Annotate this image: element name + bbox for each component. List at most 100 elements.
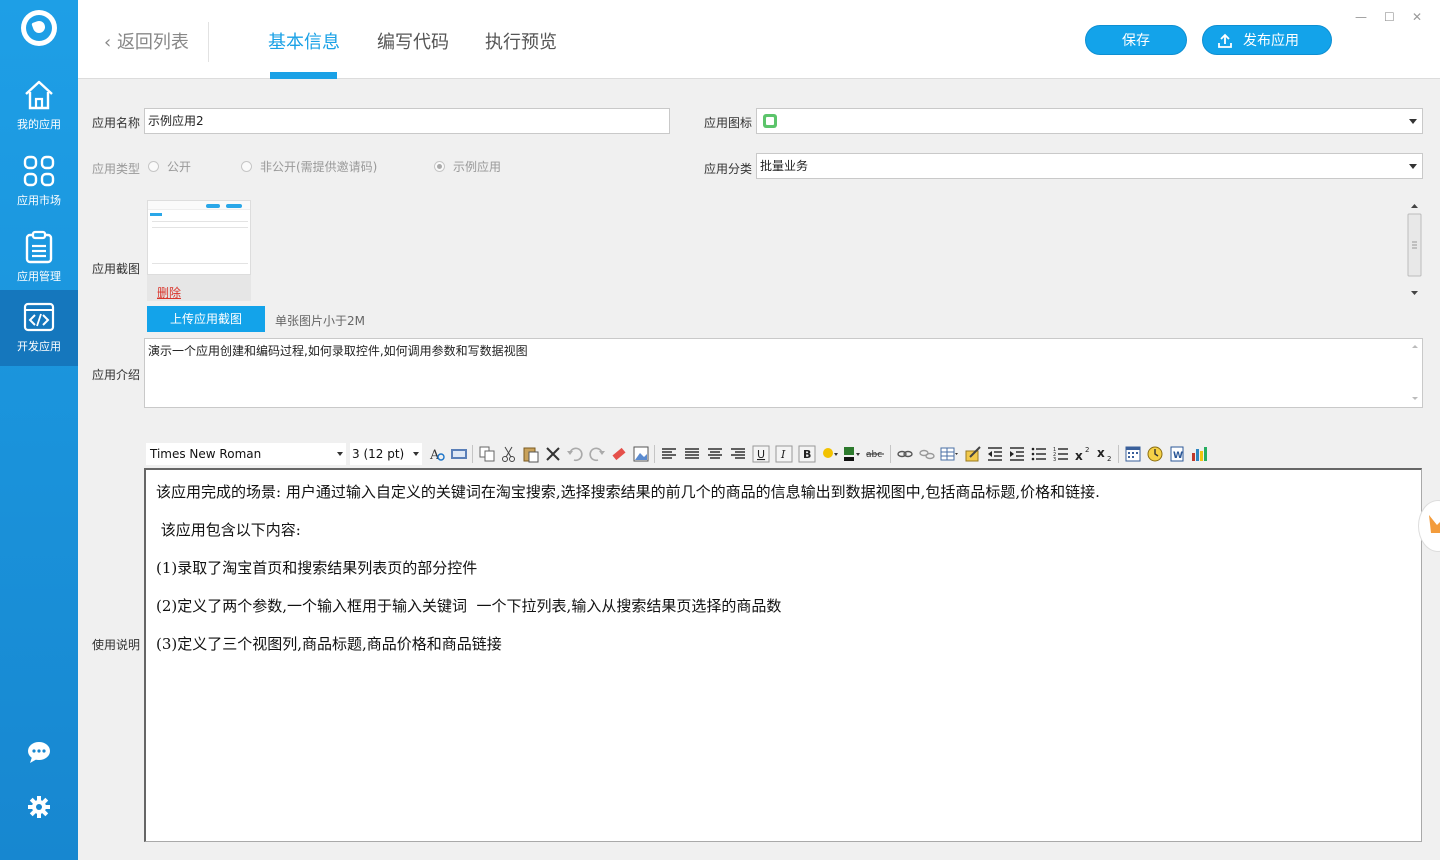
font-family-select[interactable]: Times New Roman bbox=[146, 443, 346, 465]
svg-text:I: I bbox=[780, 448, 786, 461]
outdent-icon[interactable] bbox=[986, 445, 1004, 463]
tab-run-preview[interactable]: 执行预览 bbox=[485, 28, 557, 54]
undo-icon[interactable] bbox=[566, 445, 584, 463]
font-color-icon[interactable] bbox=[842, 445, 860, 463]
editor-paragraph: (1)录取了淘宝首页和搜索结果列表页的部分控件 bbox=[156, 559, 478, 577]
app-type-radio-sample[interactable]: 示例应用 bbox=[434, 158, 501, 175]
edit-icon[interactable] bbox=[964, 445, 982, 463]
svg-text:x: x bbox=[1097, 446, 1105, 460]
numbered-list-icon[interactable]: 123 bbox=[1052, 445, 1070, 463]
eraser-icon[interactable] bbox=[610, 445, 628, 463]
assistant-mascot-icon bbox=[1429, 515, 1440, 533]
link-icon[interactable] bbox=[896, 445, 914, 463]
chat-button[interactable] bbox=[0, 740, 78, 767]
chevron-down-icon bbox=[337, 452, 343, 456]
sidebar-item-label: 应用市场 bbox=[17, 194, 61, 207]
intro-scrollbar[interactable] bbox=[1408, 339, 1422, 407]
app-intro-textarea[interactable]: 演示一个应用创建和编码过程,如何录取控件,如何调用参数和写数据视图 bbox=[144, 338, 1423, 408]
radio-label: 公开 bbox=[167, 160, 192, 174]
radio-selected-icon bbox=[434, 161, 445, 172]
close-button[interactable]: ✕ bbox=[1412, 10, 1422, 24]
screenshot-scrollbar[interactable] bbox=[1406, 200, 1423, 300]
bullet-list-icon[interactable] bbox=[1030, 445, 1048, 463]
app-window: 我的应用 应用市场 应用管理 开发应用 ‹ 返回列表 基本信息 编写代码 执行预… bbox=[0, 0, 1440, 860]
word-doc-icon[interactable]: W bbox=[1168, 445, 1186, 463]
subscript-icon[interactable]: x2 bbox=[1096, 445, 1114, 463]
superscript-icon[interactable]: x2 bbox=[1074, 445, 1092, 463]
save-button[interactable]: 保存 bbox=[1085, 25, 1187, 55]
upload-screenshot-button[interactable]: 上传应用截图 bbox=[147, 306, 265, 332]
image-icon[interactable] bbox=[632, 445, 650, 463]
delete-screenshot-link[interactable]: 删除 bbox=[157, 284, 181, 301]
unlink-icon[interactable] bbox=[918, 445, 936, 463]
editor-paragraph: 该应用包含以下内容: bbox=[156, 521, 301, 539]
radio-icon bbox=[148, 161, 159, 172]
minimize-button[interactable]: — bbox=[1355, 10, 1367, 24]
strikethrough-icon[interactable]: abc bbox=[866, 445, 884, 463]
sidebar: 我的应用 应用市场 应用管理 开发应用 bbox=[0, 0, 78, 860]
align-justify-icon[interactable] bbox=[683, 445, 701, 463]
app-icon-select[interactable] bbox=[756, 108, 1423, 134]
italic-icon[interactable]: I bbox=[775, 445, 793, 463]
redo-icon[interactable] bbox=[588, 445, 606, 463]
app-category-label: 应用分类 bbox=[704, 162, 753, 176]
bold-icon[interactable]: B bbox=[798, 445, 816, 463]
table-icon[interactable] bbox=[940, 445, 958, 463]
screenshot-thumbnail[interactable] bbox=[147, 200, 251, 275]
align-center-icon[interactable] bbox=[706, 445, 724, 463]
editor-paragraph: 该应用完成的场景: 用户通过输入自定义的关键词在淘宝搜索,选择搜索结果的前几个的… bbox=[156, 483, 1100, 501]
align-right-icon[interactable] bbox=[729, 445, 747, 463]
indent-icon[interactable] bbox=[1008, 445, 1026, 463]
align-left-icon[interactable] bbox=[660, 445, 678, 463]
editor-paragraph: (2)定义了两个参数,一个输入框用于输入关键词 一个下拉列表,输入从搜索结果页选… bbox=[156, 597, 782, 615]
svg-text:2: 2 bbox=[1107, 455, 1111, 463]
back-to-list-link[interactable]: ‹ 返回列表 bbox=[104, 28, 189, 54]
usage-rich-text-editor[interactable]: 该应用完成的场景: 用户通过输入自定义的关键词在淘宝搜索,选择搜索结果的前几个的… bbox=[144, 468, 1422, 842]
back-label: 返回列表 bbox=[116, 32, 189, 53]
highlight-color-icon[interactable] bbox=[820, 445, 838, 463]
svg-text:2: 2 bbox=[1085, 446, 1089, 454]
clipboard-icon bbox=[25, 230, 53, 264]
clock-icon[interactable] bbox=[1146, 445, 1164, 463]
underline-icon[interactable]: U bbox=[752, 445, 770, 463]
maximize-button[interactable]: ☐ bbox=[1384, 10, 1395, 24]
font-family-value: Times New Roman bbox=[150, 447, 262, 461]
cut-icon[interactable] bbox=[500, 445, 518, 463]
copy-icon[interactable] bbox=[478, 445, 496, 463]
delete-icon[interactable] bbox=[544, 445, 562, 463]
paste-icon[interactable] bbox=[522, 445, 540, 463]
html-source-icon[interactable] bbox=[450, 445, 468, 463]
header-divider bbox=[208, 22, 209, 62]
app-type-radio-private[interactable]: 非公开(需提供邀请码) bbox=[241, 158, 377, 175]
svg-text:U: U bbox=[757, 448, 765, 461]
usage-label: 使用说明 bbox=[92, 638, 141, 652]
sidebar-item-label: 开发应用 bbox=[17, 340, 61, 353]
sidebar-item-app-management[interactable]: 应用管理 bbox=[0, 220, 78, 296]
chevron-left-icon: ‹ bbox=[104, 32, 112, 53]
minimize-icon: — bbox=[1355, 10, 1367, 24]
sidebar-item-my-apps[interactable]: 我的应用 bbox=[0, 68, 78, 144]
app-name-input[interactable]: 示例应用2 bbox=[144, 108, 670, 134]
grid-icon bbox=[23, 155, 55, 187]
sidebar-item-app-market[interactable]: 应用市场 bbox=[0, 144, 78, 220]
publish-app-button[interactable]: 发布应用 bbox=[1202, 25, 1332, 55]
app-category-select[interactable]: 批量业务 bbox=[756, 153, 1423, 179]
bar-chart-icon[interactable] bbox=[1190, 445, 1208, 463]
sidebar-item-label: 应用管理 bbox=[17, 270, 61, 283]
app-name-label: 应用名称 bbox=[92, 116, 141, 130]
svg-text:3: 3 bbox=[1053, 457, 1056, 463]
font-style-icon[interactable]: A bbox=[428, 445, 446, 463]
calendar-icon[interactable] bbox=[1124, 445, 1142, 463]
settings-button[interactable] bbox=[0, 796, 78, 821]
sidebar-item-develop-app[interactable]: 开发应用 bbox=[0, 290, 78, 366]
app-type-radio-public[interactable]: 公开 bbox=[148, 158, 191, 175]
svg-text:abc: abc bbox=[866, 450, 882, 460]
intro-text: 演示一个应用创建和编码过程,如何录取控件,如何调用参数和写数据视图 bbox=[148, 344, 528, 358]
tab-write-code[interactable]: 编写代码 bbox=[377, 28, 449, 54]
tab-basic-info[interactable]: 基本信息 bbox=[268, 28, 340, 54]
chevron-down-icon bbox=[413, 452, 419, 456]
font-size-select[interactable]: 3 (12 pt) bbox=[350, 443, 422, 465]
close-icon: ✕ bbox=[1412, 10, 1423, 24]
font-size-value: 3 (12 pt) bbox=[352, 447, 405, 461]
app-screenshot-label: 应用截图 bbox=[92, 262, 141, 276]
